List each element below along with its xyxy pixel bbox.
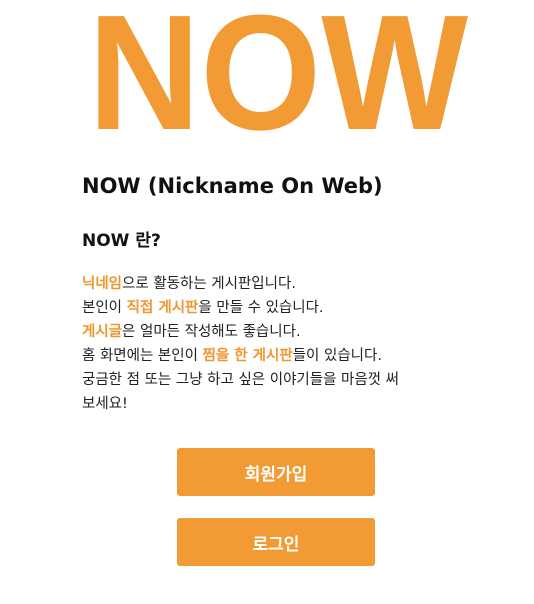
description-line: 본인이 직접 게시판을 만들 수 있습니다. xyxy=(82,296,472,320)
description-text: 들이 있습니다. xyxy=(292,348,382,364)
section-heading: NOW 란? xyxy=(82,231,161,251)
description-line: 게시글은 얼마든 작성해도 좋습니다. xyxy=(82,320,472,344)
highlight-nickname: 닉네임 xyxy=(82,276,123,292)
description-text: 을 만들 수 있습니다. xyxy=(198,300,324,316)
now-logo: NOW xyxy=(86,13,470,133)
description-text: 본인이 xyxy=(82,300,127,316)
description-text: 으로 활동하는 게시판입니다. xyxy=(122,276,296,292)
page-title: NOW (Nickname On Web) xyxy=(82,174,383,198)
highlight-create-board: 직접 게시판 xyxy=(126,300,199,316)
description-text: 은 얼마든 작성해도 좋습니다. xyxy=(122,324,301,340)
description: 닉네임으로 활동하는 게시판입니다. 본인이 직접 게시판을 만들 수 있습니다… xyxy=(82,272,472,416)
signup-button[interactable]: 회원가입 xyxy=(177,448,375,496)
description-text: 홈 화면에는 본인이 xyxy=(82,348,203,364)
description-line: 보세요! xyxy=(82,396,128,412)
login-button[interactable]: 로그인 xyxy=(177,518,375,566)
logo-text: NOW xyxy=(88,13,468,133)
highlight-favorite-board: 찜을 한 게시판 xyxy=(202,348,293,364)
description-line: 홈 화면에는 본인이 찜을 한 게시판들이 있습니다. xyxy=(82,344,472,368)
highlight-post: 게시글 xyxy=(82,324,123,340)
description-line: 궁금한 점 또는 그냥 하고 싶은 이야기들을 마음껏 써 xyxy=(82,372,400,388)
description-line: 닉네임으로 활동하는 게시판입니다. xyxy=(82,272,472,296)
